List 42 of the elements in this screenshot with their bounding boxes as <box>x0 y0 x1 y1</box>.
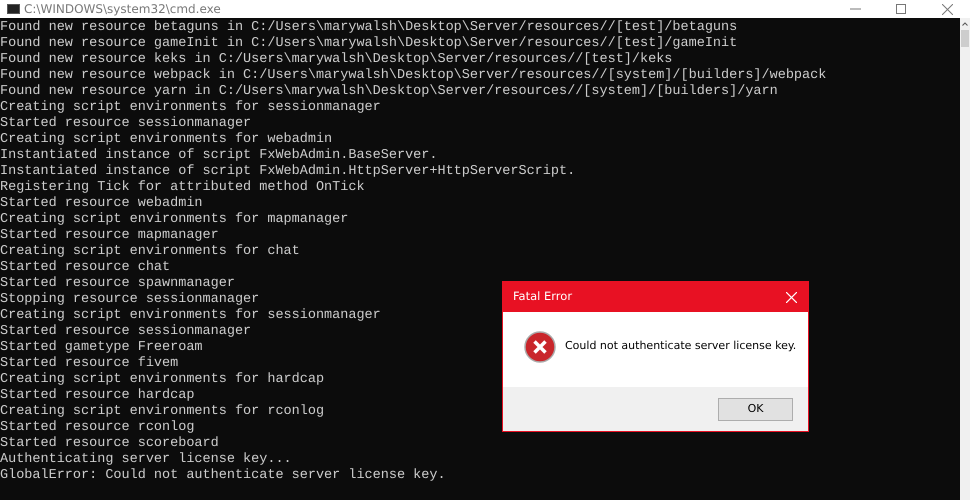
scrollbar[interactable] <box>960 18 970 500</box>
error-message: Could not authenticate server license key. <box>565 338 796 354</box>
console-line: Instantiated instance of script FxWebAdmin.HttpServer+HttpServerScript. <box>0 164 576 180</box>
error-icon <box>524 330 556 362</box>
console-line: Started gametype Freeroam <box>0 340 203 356</box>
console-line: Stopping resource sessionmanager <box>0 292 260 308</box>
window-title: C:\WINDOWS\system32\cmd.exe <box>24 3 221 15</box>
console-line: Creating script environments for mapmanager <box>0 212 348 228</box>
dialog-title: Fatal Error <box>513 288 572 306</box>
close-icon <box>942 4 952 14</box>
console-line: Started resource rconlog <box>0 420 194 436</box>
console-line: Started resource hardcap <box>0 388 194 404</box>
console-line: Creating script environments for webadmin <box>0 132 332 148</box>
scroll-up-icon[interactable] <box>962 22 968 26</box>
console-line: Creating script environments for chat <box>0 244 300 260</box>
console-line: Found new resource gameInit in C:/Users\marywalsh\Desktop\Server/resources//[test]/gameInit <box>0 36 738 52</box>
console-line: GlobalError: Could not authenticate server license key. <box>0 468 446 484</box>
console-line: Found new resource keks in C:/Users\marywalsh\Desktop\Server/resources//[test]/keks <box>0 52 672 68</box>
minimize-icon <box>850 8 860 10</box>
console-line: Started resource chat <box>0 260 170 276</box>
maximize-icon <box>896 4 906 14</box>
ok-button[interactable]: OK <box>718 398 793 420</box>
console-line: Creating script environments for sessionmanager <box>0 100 381 116</box>
console-line: Started resource spawnmanager <box>0 276 235 292</box>
close-icon <box>786 292 796 302</box>
console-line: Instantiated instance of script FxWebAdmin.BaseServer. <box>0 148 438 164</box>
console-line: Started resource webadmin <box>0 196 203 212</box>
console-line: Started resource fivem <box>0 356 178 372</box>
scroll-thumb[interactable] <box>961 30 969 47</box>
console-line: Started resource scoreboard <box>0 436 219 452</box>
console-line: Found new resource betaguns in C:/Users\marywalsh\Desktop\Server/resources//[test]/betaguns <box>0 20 738 36</box>
console-line: Authenticating server license key... <box>0 452 292 468</box>
console-line: Registering Tick for attributed method OnTick <box>0 180 365 196</box>
console-line: Started resource sessionmanager <box>0 324 252 340</box>
console-line: Found new resource webpack in C:/Users\marywalsh\Desktop\Server/resources//[system]/[builders]/webpack <box>0 68 826 84</box>
console-line: Creating script environments for sessionmanager <box>0 308 381 324</box>
console-line: Creating script environments for rconlog <box>0 404 324 420</box>
console-line: Found new resource yarn in C:/Users\marywalsh\Desktop\Server/resources//[system]/[builders]/yarn <box>0 84 778 100</box>
app-icon <box>7 4 20 14</box>
console-line: Started resource sessionmanager <box>0 116 252 132</box>
console-line: Started resource mapmanager <box>0 228 219 244</box>
console-line: Creating script environments for hardcap <box>0 372 324 388</box>
